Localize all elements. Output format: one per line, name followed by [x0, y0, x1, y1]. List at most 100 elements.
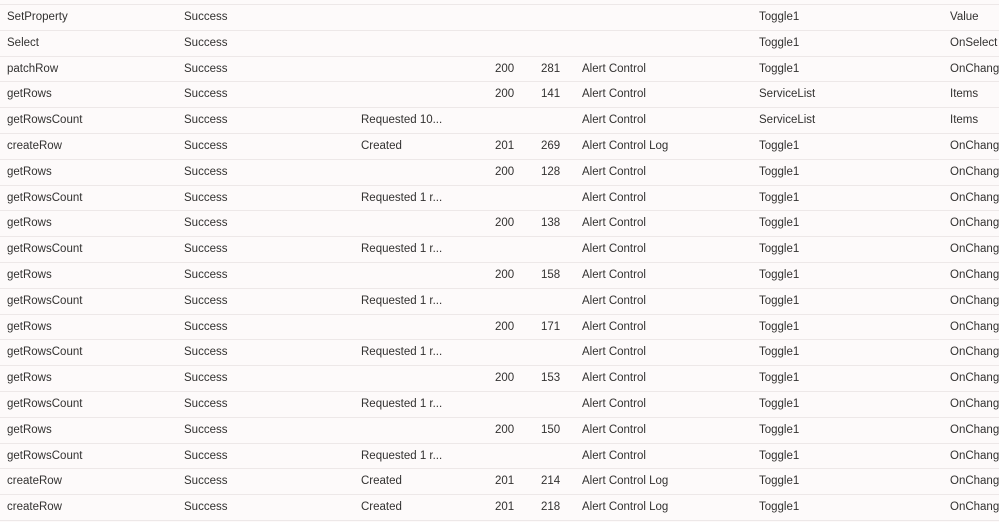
table-row[interactable]: createRow Success Created 201 269 Alert Contr…: [0, 134, 999, 160]
cell-data-source: Alert Control: [582, 62, 646, 75]
table-row[interactable]: getRowsCount Success Requested 1 r... Alert…: [0, 444, 999, 470]
cell-control: Toggle1: [759, 449, 800, 462]
table-row[interactable]: getRowsCount Success Requested 10... Alert …: [0, 108, 999, 134]
cell-operation: getRows: [7, 165, 52, 178]
cell-duration: 269: [541, 139, 561, 152]
cell-result: Success: [184, 346, 228, 359]
table-row[interactable]: getRows Success 200 150 Alert Control Toggle1…: [0, 418, 999, 444]
cell-status: 200: [495, 217, 515, 230]
table-row[interactable]: getRows Success 200 128 Alert Control Toggle1…: [0, 160, 999, 186]
cell-result: Success: [184, 36, 228, 49]
cell-property: OnChange: [950, 139, 999, 152]
cell-status: 201: [495, 501, 515, 514]
cell-result: Success: [184, 372, 228, 385]
cell-control: Toggle1: [759, 475, 800, 488]
cell-data-source: Alert Control: [582, 294, 646, 307]
cell-property: OnChange: [950, 294, 999, 307]
cell-property: OnChange: [950, 191, 999, 204]
cell-property: OnChange: [950, 449, 999, 462]
cell-property: OnChange: [950, 346, 999, 359]
cell-property: OnChange: [950, 268, 999, 281]
table-row[interactable]: getRowsCount Success Requested 1 r... Alert…: [0, 340, 999, 367]
table-row[interactable]: getRows Success 200 153 Alert Control Toggle1…: [0, 366, 999, 392]
cell-result-info: Created: [361, 139, 402, 152]
cell-duration: 214: [541, 475, 561, 488]
cell-property: Value: [950, 11, 979, 23]
cell-operation: getRows: [7, 217, 52, 230]
cell-operation: getRowsCount: [7, 243, 83, 256]
cell-operation: createRow: [7, 139, 62, 152]
cell-control: Toggle1: [759, 501, 800, 514]
monitor-events-grid: SetProperty Success Toggle1 Value Select Succ…: [0, 4, 999, 521]
cell-operation: getRows: [7, 372, 52, 385]
cell-duration: 281: [541, 62, 561, 75]
table-row[interactable]: patchRow Success 200 281 Alert Control Toggle…: [0, 57, 999, 83]
cell-result: Success: [184, 294, 228, 307]
cell-operation: createRow: [7, 501, 62, 514]
cell-result-info: Requested 1 r...: [361, 449, 443, 462]
cell-data-source: Alert Control: [582, 114, 646, 127]
cell-operation: getRowsCount: [7, 114, 83, 127]
cell-property: OnChange: [950, 501, 999, 514]
cell-data-source: Alert Control: [582, 423, 646, 436]
table-row[interactable]: SetProperty Success Toggle1 Value: [0, 5, 999, 31]
cell-result: Success: [184, 165, 228, 178]
cell-control: Toggle1: [759, 372, 800, 385]
cell-control: Toggle1: [759, 217, 800, 230]
cell-status: 200: [495, 320, 515, 333]
cell-operation: getRowsCount: [7, 294, 83, 307]
cell-control: Toggle1: [759, 139, 800, 152]
cell-data-source: Alert Control: [582, 243, 646, 256]
cell-operation: patchRow: [7, 62, 59, 75]
table-row[interactable]: getRowsCount Success Requested 1 r... Alert…: [0, 186, 999, 212]
cell-operation: getRowsCount: [7, 346, 83, 359]
cell-data-source: Alert Control Log: [582, 501, 669, 514]
cell-data-source: Alert Control: [582, 397, 646, 410]
cell-duration: 218: [541, 501, 561, 514]
table-row[interactable]: createRow Success Created 201 218 Alert Contr…: [0, 495, 999, 521]
cell-result: Success: [184, 243, 228, 256]
cell-data-source: Alert Control: [582, 372, 646, 385]
cell-data-source: Alert Control: [582, 165, 646, 178]
cell-result: Success: [184, 217, 228, 230]
table-row[interactable]: getRows Success 200 158 Alert Control Toggle1…: [0, 263, 999, 289]
cell-property: OnChange: [950, 372, 999, 385]
table-row[interactable]: getRows Success 200 171 Alert Control Toggle1…: [0, 315, 999, 341]
cell-result-info: Created: [361, 501, 402, 514]
cell-duration: 171: [541, 320, 561, 333]
cell-operation: getRows: [7, 88, 52, 101]
cell-control: Toggle1: [759, 165, 800, 178]
cell-property: Items: [950, 88, 979, 101]
cell-control: Toggle1: [759, 62, 800, 75]
cell-status: 201: [495, 139, 515, 152]
cell-data-source: Alert Control: [582, 449, 646, 462]
cell-result: Success: [184, 449, 228, 462]
table-row[interactable]: getRowsCount Success Requested 1 r... Alert…: [0, 237, 999, 263]
cell-status: 200: [495, 268, 515, 281]
table-row[interactable]: getRowsCount Success Requested 1 r... Alert…: [0, 289, 999, 315]
cell-result: Success: [184, 320, 228, 333]
cell-property: OnChange: [950, 423, 999, 436]
cell-status: 200: [495, 423, 515, 436]
cell-control: Toggle1: [759, 36, 800, 49]
cell-data-source: Alert Control: [582, 191, 646, 204]
cell-result: Success: [184, 114, 228, 127]
cell-operation: getRows: [7, 268, 52, 281]
cell-result-info: Requested 1 r...: [361, 243, 443, 256]
table-row[interactable]: getRows Success 200 138 Alert Control Toggle1…: [0, 211, 999, 238]
cell-result: Success: [184, 268, 228, 281]
cell-operation: getRows: [7, 320, 52, 333]
table-row[interactable]: getRowsCount Success Requested 1 r... Alert…: [0, 392, 999, 418]
cell-control: Toggle1: [759, 294, 800, 307]
cell-status: 200: [495, 372, 515, 385]
cell-control: Toggle1: [759, 268, 800, 281]
table-row[interactable]: getRows Success 200 141 Alert Control Service…: [0, 82, 999, 109]
cell-operation: getRows: [7, 423, 52, 436]
cell-property: OnChange: [950, 243, 999, 256]
table-row[interactable]: Select Success Toggle1 OnSelect: [0, 31, 999, 57]
table-row[interactable]: createRow Success Created 201 214 Alert Contr…: [0, 469, 999, 496]
cell-property: Items: [950, 114, 979, 127]
cell-duration: 138: [541, 217, 561, 230]
cell-property: OnChange: [950, 217, 999, 230]
cell-control: Toggle1: [759, 397, 800, 410]
